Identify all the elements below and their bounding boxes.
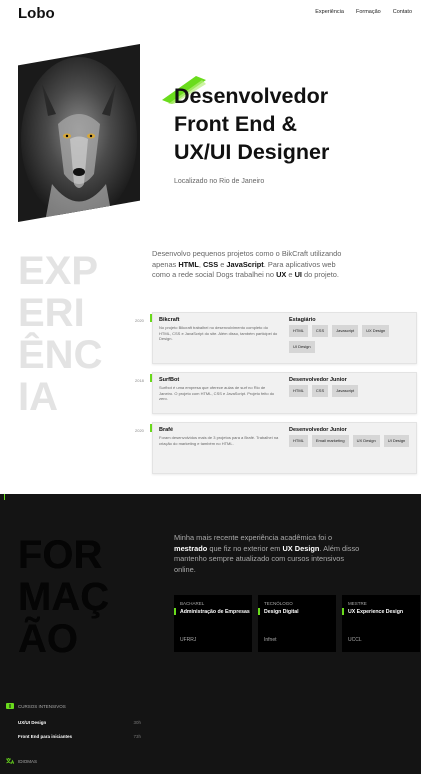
- job-tags: HTML CSS Javascript: [289, 385, 414, 397]
- job-description: No projeto Bikcraft trabalhei no desenvo…: [159, 325, 278, 341]
- job-name: SurfBot: [159, 377, 180, 383]
- job-card-bikcraft: Bikcraft No projeto Bikcraft trabalhei n…: [152, 312, 417, 364]
- job-role: Desenvolvedor Junior: [289, 427, 347, 433]
- tag: UI Design: [289, 341, 315, 353]
- education-institution: UFRRJ: [180, 637, 197, 643]
- course-item: UX/UI Design 30h: [18, 720, 141, 725]
- hero-title: Desenvolvedor Front End & UX/UI Designer: [174, 82, 414, 166]
- job-tags: HTML CSS Javascript UX Design UI Design: [289, 325, 414, 353]
- course-hours: 30h: [133, 720, 141, 725]
- card-marker: [174, 608, 176, 615]
- formacao-intro: Minha mais recente experiência acadêmica…: [174, 533, 360, 574]
- education-title: Design Digital: [264, 609, 299, 615]
- course-name: UX/UI Design: [18, 720, 47, 725]
- wolf-photo: [18, 44, 140, 222]
- course-name: Front End para iniciantes: [18, 734, 73, 739]
- job-year: 2018: [135, 378, 144, 383]
- translate-icon: [6, 758, 14, 764]
- job-description: Foram desenvolvidos mais de 3 projetos p…: [159, 435, 279, 446]
- experience-heading-part: ÊNC: [18, 333, 103, 377]
- card-marker: [258, 608, 260, 615]
- section-marker: [4, 494, 5, 500]
- formacao-heading: FOR MAÇ ÃO: [18, 534, 109, 660]
- languages-label: IDIOMAS: [18, 759, 38, 764]
- hero-title-line: Desenvolvedor: [174, 84, 329, 108]
- job-description: Surfbot é uma empresa que oferece aulas …: [159, 385, 275, 401]
- formacao-heading-part: FOR: [18, 533, 103, 577]
- tag: Javascript: [332, 325, 359, 337]
- tag: CSS: [311, 325, 329, 337]
- tag: UX Design: [352, 435, 380, 447]
- nav-link-contato[interactable]: Contato: [393, 9, 412, 15]
- job-role: Estagiário: [289, 317, 316, 323]
- education-title: Administração de Empresas: [180, 609, 250, 615]
- nav-link-formacao[interactable]: Formação: [356, 9, 381, 15]
- job-card-surfbot: SurfBot Surfbot é uma empresa que oferec…: [152, 372, 417, 414]
- tag: HTML: [289, 435, 308, 447]
- logo[interactable]: Lobo: [18, 5, 55, 22]
- course-hours: 73h: [133, 734, 141, 739]
- tag: UX Design: [362, 325, 390, 337]
- tag: Javascript: [332, 385, 359, 397]
- job-name: Brafé: [159, 427, 174, 433]
- education-card: MESTRE UX Experience Design UCCL: [342, 595, 420, 652]
- tag: HTML: [289, 325, 308, 337]
- job-role: Desenvolvedor Junior: [289, 377, 347, 383]
- education-level: MESTRE: [348, 601, 367, 606]
- formacao-heading-part: ÃO: [18, 617, 78, 661]
- experience-intro: Desenvolvo pequenos projetos como o BikC…: [152, 249, 342, 279]
- tag: Email marketing: [311, 435, 349, 447]
- job-name: Bikcraft: [159, 317, 180, 323]
- job-card-brafe: Brafé Foram desenvolvidos mais de 3 proj…: [152, 422, 417, 474]
- tag: HTML: [289, 385, 308, 397]
- experience-heading: EXP ERI ÊNC IA: [18, 250, 102, 418]
- hero-title-line: UX/UI Designer: [174, 140, 330, 164]
- course-item: Front End para iniciantes 73h: [18, 734, 141, 739]
- job-tags: HTML Email marketing UX Design UI Design: [289, 435, 414, 447]
- education-card: TECNÓLOGO Design Digital Infnet: [258, 595, 336, 652]
- formacao-heading-part: MAÇ: [18, 575, 110, 619]
- tag: UI Design: [383, 435, 410, 447]
- education-card: BACHAREL Administração de Empresas UFRRJ: [174, 595, 252, 652]
- education-level: TECNÓLOGO: [264, 601, 293, 606]
- job-year: 2020: [135, 428, 144, 433]
- location-text: Localizado no Rio de Janeiro: [174, 178, 265, 185]
- book-icon: [6, 703, 14, 709]
- tag: CSS: [311, 385, 329, 397]
- site-header: Lobo Experiência Formação Contato: [0, 0, 421, 28]
- education-institution: UCCL: [348, 637, 362, 643]
- nav-link-experiencia[interactable]: Experiência: [315, 9, 344, 15]
- courses-label: CURSOS INTENSIVOS: [18, 704, 66, 709]
- experience-heading-part: IA: [18, 375, 58, 419]
- experience-heading-part: ERI: [18, 291, 85, 335]
- job-year: 2020: [135, 318, 144, 323]
- education-level: BACHAREL: [180, 601, 205, 606]
- education-title: UX Experience Design: [348, 609, 404, 615]
- main-nav: Experiência Formação Contato: [315, 9, 412, 15]
- hero-title-line: Front End &: [174, 112, 298, 136]
- experience-heading-part: EXP: [18, 249, 99, 293]
- education-institution: Infnet: [264, 637, 277, 643]
- card-marker: [342, 608, 344, 615]
